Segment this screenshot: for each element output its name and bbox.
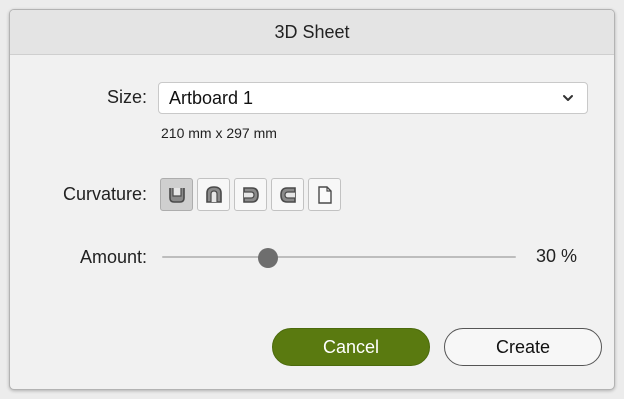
curvature-bucket-button[interactable] <box>160 178 193 211</box>
amount-slider[interactable] <box>162 248 516 268</box>
dialog-title: 3D Sheet <box>10 10 614 55</box>
size-dropdown[interactable]: Artboard 1 <box>158 82 588 114</box>
artboard-dimensions: 210 mm x 297 mm <box>161 125 277 141</box>
amount-label: Amount: <box>79 247 147 267</box>
curvature-cylinder-icon <box>205 185 222 203</box>
curvature-flat-page-button[interactable] <box>308 178 341 211</box>
create-button[interactable]: Create <box>444 328 602 366</box>
amount-slider-track <box>162 256 516 258</box>
cancel-button[interactable]: Cancel <box>272 328 430 366</box>
size-dropdown-value: Artboard 1 <box>169 87 254 108</box>
curvature-options <box>160 178 341 211</box>
curvature-label: Curvature: <box>62 184 147 204</box>
curvature-half-roll-icon <box>242 186 259 203</box>
amount-slider-thumb[interactable] <box>258 248 279 268</box>
curvature-flat-page-icon <box>317 185 332 204</box>
curvature-cylinder-button[interactable] <box>197 178 230 211</box>
amount-value: 30 % <box>536 246 578 266</box>
curvature-roll-button[interactable] <box>271 178 304 211</box>
size-label: Size: <box>106 87 147 107</box>
3d-sheet-dialog: 3D Sheet Size: Artboard 1 210 mm x 297 m… <box>9 9 615 390</box>
curvature-bucket-icon <box>168 187 185 203</box>
curvature-roll-icon <box>279 186 296 203</box>
curvature-half-roll-button[interactable] <box>234 178 267 211</box>
chevron-down-icon <box>563 95 573 101</box>
